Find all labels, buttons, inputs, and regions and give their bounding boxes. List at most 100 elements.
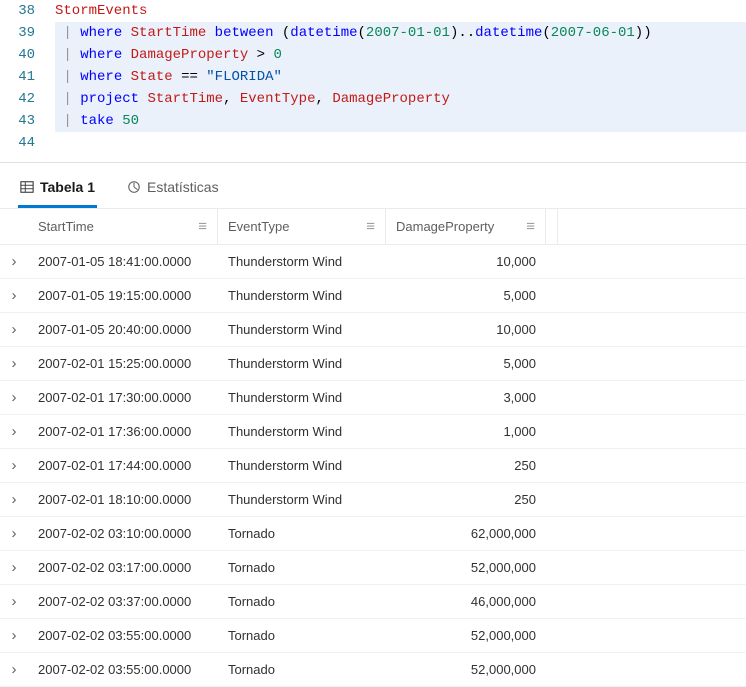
code-token bbox=[72, 91, 80, 107]
code-line[interactable]: 41 | where State == "FLORIDA" bbox=[0, 66, 746, 88]
cell-damageproperty: 1,000 bbox=[386, 424, 546, 439]
code-token: EventType bbox=[240, 91, 316, 107]
cell-starttime: 2007-01-05 18:41:00.0000 bbox=[28, 254, 218, 269]
column-menu-icon[interactable]: ≡ bbox=[518, 218, 535, 235]
code-token: | bbox=[63, 47, 71, 63]
code-token: StormEvents bbox=[55, 3, 147, 19]
table-row[interactable]: ›2007-01-05 19:15:00.0000Thunderstorm Wi… bbox=[0, 279, 746, 313]
code-content[interactable]: | project StartTime, EventType, DamagePr… bbox=[55, 88, 746, 110]
cell-damageproperty: 10,000 bbox=[386, 322, 546, 337]
code-line[interactable]: 43 | take 50 bbox=[0, 110, 746, 132]
code-token: DamageProperty bbox=[131, 47, 249, 63]
code-token: datetime bbox=[475, 25, 542, 41]
cell-starttime: 2007-02-01 18:10:00.0000 bbox=[28, 492, 218, 507]
column-label: StartTime bbox=[38, 219, 190, 234]
expand-row-icon[interactable]: › bbox=[0, 321, 28, 338]
code-token: StartTime bbox=[131, 25, 207, 41]
table-row[interactable]: ›2007-02-01 17:30:00.0000Thunderstorm Wi… bbox=[0, 381, 746, 415]
column-header-damageproperty[interactable]: DamageProperty ≡ bbox=[386, 209, 546, 244]
code-token: , bbox=[316, 91, 333, 107]
code-token bbox=[122, 69, 130, 85]
cell-eventtype: Thunderstorm Wind bbox=[218, 322, 386, 337]
column-menu-icon[interactable]: ≡ bbox=[190, 218, 207, 235]
expand-row-icon[interactable]: › bbox=[0, 661, 28, 678]
code-content[interactable]: | take 50 bbox=[55, 110, 746, 132]
expand-row-icon[interactable]: › bbox=[0, 287, 28, 304]
code-token: )) bbox=[635, 25, 652, 41]
code-line[interactable]: 40 | where DamageProperty > 0 bbox=[0, 44, 746, 66]
expand-row-icon[interactable]: › bbox=[0, 593, 28, 610]
cell-starttime: 2007-01-05 19:15:00.0000 bbox=[28, 288, 218, 303]
table-row[interactable]: ›2007-02-02 03:17:00.0000Tornado52,000,0… bbox=[0, 551, 746, 585]
code-token: between bbox=[215, 25, 274, 41]
cell-damageproperty: 52,000,000 bbox=[386, 628, 546, 643]
code-line[interactable]: 42 | project StartTime, EventType, Damag… bbox=[0, 88, 746, 110]
expand-row-icon[interactable]: › bbox=[0, 559, 28, 576]
cell-damageproperty: 10,000 bbox=[386, 254, 546, 269]
code-line[interactable]: 44 bbox=[0, 132, 746, 154]
expand-row-icon[interactable]: › bbox=[0, 627, 28, 644]
tab-table[interactable]: Tabela 1 bbox=[18, 173, 97, 208]
cell-damageproperty: 46,000,000 bbox=[386, 594, 546, 609]
tab-table-label: Tabela 1 bbox=[40, 179, 95, 195]
code-token: ( bbox=[542, 25, 550, 41]
code-token: ( bbox=[358, 25, 366, 41]
cell-eventtype: Thunderstorm Wind bbox=[218, 390, 386, 405]
table-row[interactable]: ›2007-02-02 03:55:00.0000Tornado52,000,0… bbox=[0, 619, 746, 653]
code-token: where bbox=[80, 69, 122, 85]
code-content[interactable]: | where State == "FLORIDA" bbox=[55, 66, 746, 88]
grid-header: StartTime ≡ EventType ≡ DamageProperty ≡ bbox=[0, 209, 746, 245]
cell-eventtype: Thunderstorm Wind bbox=[218, 356, 386, 371]
cell-starttime: 2007-02-02 03:10:00.0000 bbox=[28, 526, 218, 541]
cell-damageproperty: 3,000 bbox=[386, 390, 546, 405]
table-row[interactable]: ›2007-02-02 03:10:00.0000Tornado62,000,0… bbox=[0, 517, 746, 551]
tab-stats[interactable]: Estatísticas bbox=[125, 173, 221, 208]
expand-row-icon[interactable]: › bbox=[0, 253, 28, 270]
code-content[interactable]: StormEvents bbox=[55, 0, 746, 22]
code-token bbox=[72, 47, 80, 63]
code-token: | bbox=[63, 113, 71, 129]
code-content[interactable] bbox=[55, 132, 746, 154]
table-row[interactable]: ›2007-01-05 18:41:00.0000Thunderstorm Wi… bbox=[0, 245, 746, 279]
column-menu-icon[interactable]: ≡ bbox=[358, 218, 375, 235]
expand-row-icon[interactable]: › bbox=[0, 355, 28, 372]
cell-damageproperty: 250 bbox=[386, 492, 546, 507]
code-editor[interactable]: 38StormEvents39 | where StartTime betwee… bbox=[0, 0, 746, 163]
cell-eventtype: Tornado bbox=[218, 526, 386, 541]
column-header-eventtype[interactable]: EventType ≡ bbox=[218, 209, 386, 244]
code-token: 0 bbox=[273, 47, 281, 63]
cell-eventtype: Thunderstorm Wind bbox=[218, 288, 386, 303]
line-number: 42 bbox=[0, 88, 55, 110]
code-token bbox=[122, 25, 130, 41]
expand-row-icon[interactable]: › bbox=[0, 423, 28, 440]
column-header-starttime[interactable]: StartTime ≡ bbox=[28, 209, 218, 244]
cell-eventtype: Tornado bbox=[218, 560, 386, 575]
code-token: where bbox=[80, 47, 122, 63]
code-line[interactable]: 38StormEvents bbox=[0, 0, 746, 22]
code-content[interactable]: | where DamageProperty > 0 bbox=[55, 44, 746, 66]
code-token: where bbox=[80, 25, 122, 41]
table-row[interactable]: ›2007-01-05 20:40:00.0000Thunderstorm Wi… bbox=[0, 313, 746, 347]
code-token bbox=[72, 69, 80, 85]
cell-damageproperty: 5,000 bbox=[386, 356, 546, 371]
code-token bbox=[206, 25, 214, 41]
table-row[interactable]: ›2007-02-01 15:25:00.0000Thunderstorm Wi… bbox=[0, 347, 746, 381]
table-row[interactable]: ›2007-02-01 17:36:00.0000Thunderstorm Wi… bbox=[0, 415, 746, 449]
table-row[interactable]: ›2007-02-01 18:10:00.0000Thunderstorm Wi… bbox=[0, 483, 746, 517]
expand-row-icon[interactable]: › bbox=[0, 491, 28, 508]
expand-row-icon[interactable]: › bbox=[0, 525, 28, 542]
cell-eventtype: Thunderstorm Wind bbox=[218, 254, 386, 269]
table-row[interactable]: ›2007-02-01 17:44:00.0000Thunderstorm Wi… bbox=[0, 449, 746, 483]
cell-starttime: 2007-02-02 03:17:00.0000 bbox=[28, 560, 218, 575]
expand-row-icon[interactable]: › bbox=[0, 389, 28, 406]
code-content[interactable]: | where StartTime between (datetime(2007… bbox=[55, 22, 746, 44]
code-line[interactable]: 39 | where StartTime between (datetime(2… bbox=[0, 22, 746, 44]
code-token bbox=[72, 113, 80, 129]
line-number: 44 bbox=[0, 132, 55, 154]
code-token: State bbox=[131, 69, 173, 85]
table-row[interactable]: ›2007-02-02 03:55:00.0000Tornado52,000,0… bbox=[0, 653, 746, 687]
line-number: 39 bbox=[0, 22, 55, 44]
expand-row-icon[interactable]: › bbox=[0, 457, 28, 474]
cell-eventtype: Thunderstorm Wind bbox=[218, 424, 386, 439]
table-row[interactable]: ›2007-02-02 03:37:00.0000Tornado46,000,0… bbox=[0, 585, 746, 619]
